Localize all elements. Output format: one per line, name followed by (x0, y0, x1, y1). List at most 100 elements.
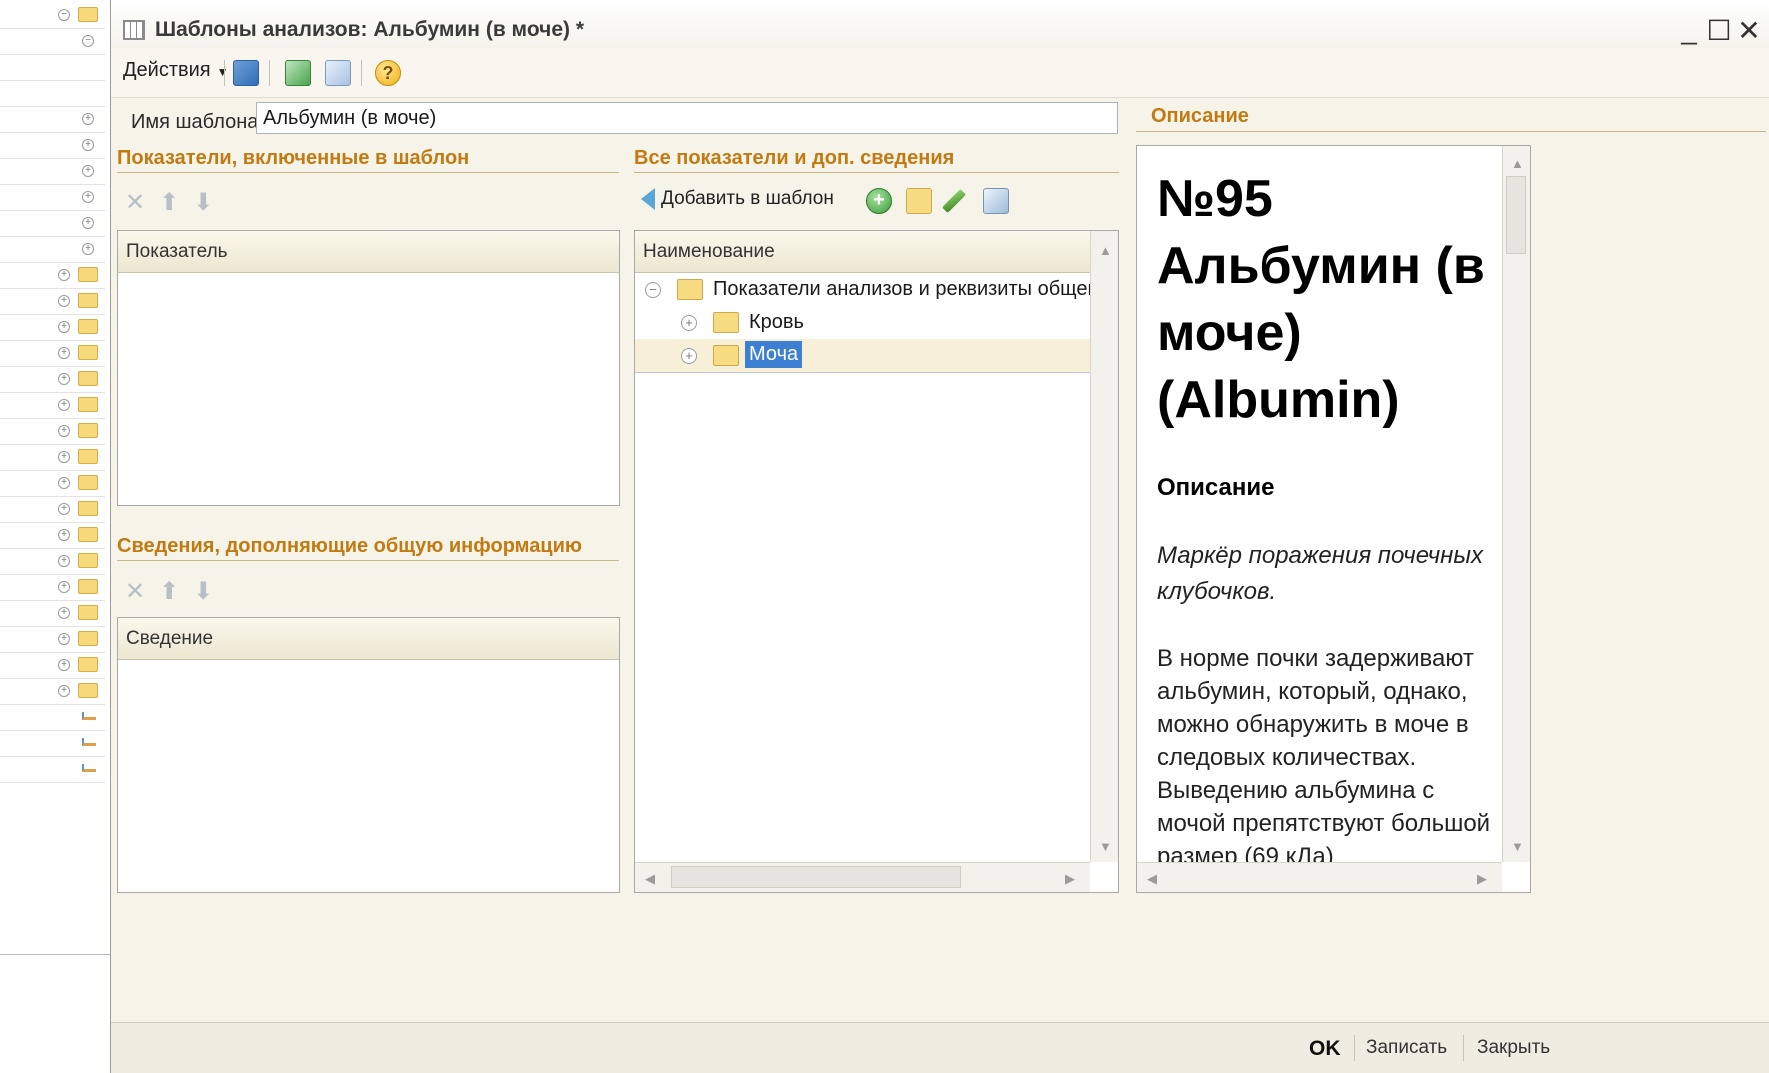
dialog-footer: OK Записать Закрыть (111, 1022, 1769, 1073)
scroll-left-icon[interactable]: ◀ (1147, 871, 1157, 887)
expand-icon: + (58, 633, 70, 645)
background-tree-row: + (0, 286, 105, 315)
background-tree-row: + (0, 546, 105, 575)
scroll-down-icon[interactable]: ▼ (1099, 839, 1112, 854)
minimize-button[interactable]: _ (1674, 14, 1704, 46)
background-tree-row: + (0, 208, 105, 237)
folder-icon (78, 371, 98, 386)
collapse-icon: − (82, 35, 94, 47)
copy-item-icon[interactable] (983, 188, 1009, 214)
edit-icon[interactable] (941, 188, 967, 214)
add-to-template-button[interactable]: Добавить в шаблон (641, 188, 834, 210)
expand-icon: + (82, 139, 94, 151)
expand-icon: + (58, 451, 70, 463)
arrow-up-icon[interactable]: ⬆ (159, 578, 193, 605)
arrow-down-icon[interactable]: ⬇ (193, 189, 227, 216)
extra-toolbar: ✕⬆⬇ (125, 577, 227, 606)
refresh-icon[interactable] (285, 60, 311, 86)
expand-icon: + (58, 269, 70, 281)
close-dialog-button[interactable]: Закрыть (1477, 1037, 1550, 1059)
extra-grid[interactable]: Сведение (117, 617, 620, 893)
folder-icon (78, 475, 98, 490)
delete-icon[interactable]: ✕ (125, 189, 159, 216)
folder-icon (713, 312, 739, 333)
section-divider (117, 172, 619, 173)
scroll-thumb[interactable] (671, 866, 961, 888)
property-icon (82, 738, 96, 746)
included-grid[interactable]: Показатель (117, 230, 620, 506)
arrow-up-icon[interactable]: ⬆ (159, 189, 193, 216)
expand-icon: + (58, 477, 70, 489)
folder-icon (78, 605, 98, 620)
expand-icon: + (58, 529, 70, 541)
add-to-template-label: Добавить в шаблон (661, 188, 834, 210)
folder-icon (677, 279, 703, 300)
new-folder-icon[interactable] (906, 188, 932, 214)
delete-icon[interactable]: ✕ (125, 578, 159, 605)
collapse-icon[interactable]: − (645, 282, 661, 298)
description-section-title: Описание (1151, 105, 1249, 127)
folder-icon (78, 267, 98, 282)
description-summary: Маркёр поражения почечных клубочков. (1157, 542, 1483, 605)
extra-section-title: Сведения, дополняющие общую информацию (117, 535, 582, 557)
expand-icon: + (82, 243, 94, 255)
copy-icon[interactable] (325, 60, 351, 86)
help-icon[interactable]: ? (375, 60, 401, 86)
arrow-down-icon[interactable]: ⬇ (193, 578, 227, 605)
footer-divider (1463, 1035, 1464, 1061)
folder-icon (78, 319, 98, 334)
background-tree-row: + (0, 598, 105, 627)
scroll-thumb[interactable] (1506, 176, 1526, 254)
included-section-title: Показатели, включенные в шаблон (117, 147, 470, 169)
add-icon[interactable]: + (866, 188, 892, 214)
tree-row-selected[interactable]: + Моча (635, 339, 1118, 373)
background-tree-row (0, 52, 105, 81)
column-header-info[interactable]: Сведение (118, 618, 619, 660)
scroll-right-icon[interactable]: ▶ (1477, 871, 1487, 887)
import-icon[interactable] (233, 60, 259, 86)
window-title: Шаблоны анализов: Альбумин (в моче) * (155, 18, 584, 41)
folder-icon (78, 683, 98, 698)
background-tree-row: + (0, 338, 105, 367)
folder-icon (78, 553, 98, 568)
expand-icon[interactable]: + (681, 315, 697, 331)
template-name-field[interactable]: Альбумин (в моче) (256, 102, 1118, 134)
footer-divider (1354, 1035, 1355, 1061)
description-panel[interactable]: №95 Альбумин (в моче) (Albumin) Описание… (1136, 145, 1531, 893)
expand-icon: + (58, 399, 70, 411)
background-tree-row: − (0, 26, 105, 55)
column-header-name[interactable]: Наименование (635, 231, 1090, 273)
scroll-up-icon[interactable]: ▲ (1511, 156, 1524, 171)
background-tree-row: − (0, 0, 105, 29)
section-divider (117, 560, 619, 561)
vertical-scrollbar[interactable]: ▲ ▼ (1090, 231, 1118, 862)
maximize-button[interactable]: ☐ (1704, 14, 1734, 47)
background-tree-row: + (0, 104, 105, 133)
scroll-down-icon[interactable]: ▼ (1511, 839, 1524, 854)
expand-icon: + (58, 659, 70, 671)
scroll-left-icon[interactable]: ◀ (645, 871, 655, 887)
close-button[interactable]: ✕ (1734, 14, 1764, 47)
tree-row[interactable]: + Кровь (635, 306, 1118, 340)
vertical-scrollbar[interactable]: ▲ ▼ (1502, 146, 1530, 862)
ok-button[interactable]: OK (1309, 1037, 1341, 1061)
folder-icon (78, 423, 98, 438)
horizontal-scrollbar[interactable]: ◀ ▶ (1137, 862, 1502, 892)
column-header-indicator[interactable]: Показатель (118, 231, 619, 273)
save-button[interactable]: Записать (1366, 1037, 1447, 1059)
all-indicators-tree[interactable]: Наименование − Показатели анализов и рек… (634, 230, 1119, 893)
scroll-right-icon[interactable]: ▶ (1065, 871, 1075, 887)
expand-icon: + (58, 581, 70, 593)
tree-row[interactable]: − Показатели анализов и реквизиты общег (635, 273, 1118, 307)
folder-icon (78, 657, 98, 672)
expand-icon[interactable]: + (681, 348, 697, 364)
section-divider (634, 172, 1119, 173)
scroll-up-icon[interactable]: ▲ (1099, 243, 1112, 258)
tree-row-label: Моча (745, 341, 803, 368)
background-tree-row: + (0, 234, 105, 263)
actions-menu[interactable]: Действия ▼ (123, 59, 229, 82)
expand-icon: + (58, 685, 70, 697)
arrow-left-icon (641, 188, 655, 210)
horizontal-scrollbar[interactable]: ◀ ▶ (635, 862, 1090, 892)
included-toolbar: ✕⬆⬇ (125, 188, 227, 217)
